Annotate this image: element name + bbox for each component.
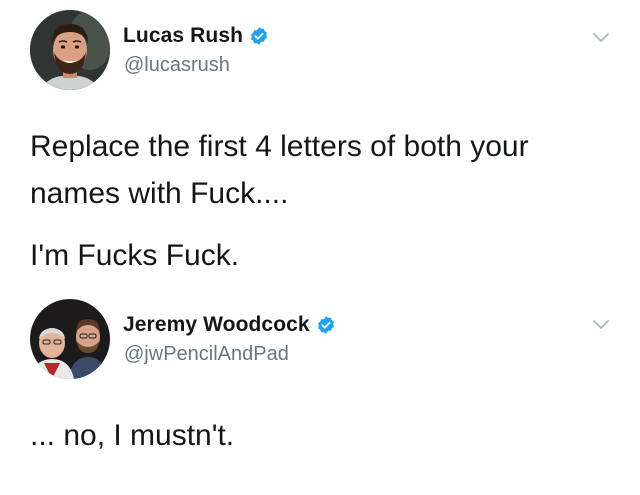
chevron-down-icon[interactable] (592, 319, 610, 331)
display-name[interactable]: Lucas Rush (123, 24, 243, 48)
avatar-photo-icon (30, 10, 110, 90)
author-name-row: Jeremy Woodcock (123, 313, 336, 337)
handle[interactable]: @lucasrush (124, 54, 230, 77)
tweet-lucas-rush: Lucas Rush @lucasrush Replace the first … (0, 0, 640, 280)
avatar-photo-icon (30, 299, 110, 379)
tweet-jeremy-woodcock: Jeremy Woodcock @jwPencilAndPad ... no, … (0, 290, 640, 495)
verified-badge-icon (251, 27, 267, 45)
tweet-text-line: Replace the first 4 letters of both your (30, 130, 529, 163)
avatar[interactable] (30, 10, 110, 90)
tweet-text-line: I'm Fucks Fuck. (30, 239, 240, 272)
tweet-text-line: names with Fuck.... (30, 177, 289, 210)
handle[interactable]: @jwPencilAndPad (124, 343, 289, 366)
author-name-row: Lucas Rush (123, 24, 269, 48)
verified-badge-icon (317, 316, 334, 334)
display-name[interactable]: Jeremy Woodcock (123, 313, 310, 337)
tweet-text-line: ... no, I mustn't. (30, 419, 235, 452)
avatar[interactable] (30, 299, 110, 379)
chevron-down-icon[interactable] (592, 32, 610, 44)
